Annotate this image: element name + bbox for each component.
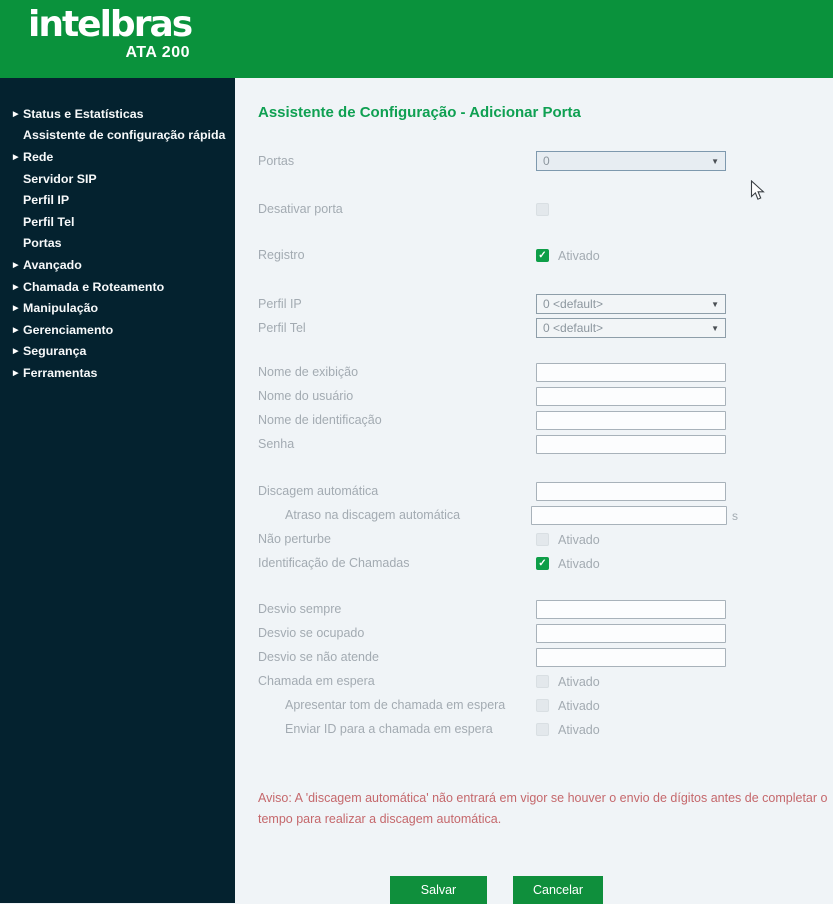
- sidebar-item-avancado[interactable]: ▶ Avançado: [0, 254, 235, 276]
- sidebar-item-label: Ferramentas: [23, 365, 98, 380]
- desvio-nao-atende-label: Desvio se não atende: [258, 650, 379, 664]
- sidebar-item-label: Servidor SIP: [23, 171, 97, 186]
- sidebar-item-label: Portas: [23, 236, 62, 251]
- chamada-espera-checkbox[interactable]: [536, 675, 549, 688]
- brand-block: intelbras ATA 200: [28, 4, 193, 62]
- nome-exibicao-input[interactable]: [536, 363, 726, 382]
- nome-usuario-input[interactable]: [536, 387, 726, 406]
- portas-select-value: 0: [543, 154, 550, 168]
- discagem-automatica-label: Discagem automática: [258, 484, 379, 498]
- sidebar-item-label: Rede: [23, 149, 54, 164]
- seconds-suffix: s: [732, 508, 738, 523]
- nome-usuario-label: Nome do usuário: [258, 389, 354, 403]
- senha-input[interactable]: [536, 435, 726, 454]
- sidebar-item-label: Status e Estatísticas: [23, 106, 144, 121]
- desvio-nao-atende-input[interactable]: [536, 648, 726, 667]
- sidebar-item-chamada-e-roteamento[interactable]: ▶ Chamada e Roteamento: [0, 276, 235, 298]
- nao-perturbe-checkbox-label: Ativado: [558, 532, 600, 547]
- desvio-sempre-input[interactable]: [536, 600, 726, 619]
- sidebar-nav: ▶ Status e Estatísticas Assistente de con…: [0, 78, 235, 903]
- sidebar-item-label: Manipulação: [23, 301, 99, 316]
- identificacao-chamadas-label: Identificação de Chamadas: [258, 556, 410, 570]
- identificacao-chamadas-checkbox[interactable]: ✓: [536, 557, 549, 570]
- sidebar-item-manipulacao[interactable]: ▶ Manipulação: [0, 297, 235, 319]
- sidebar-item-label: Chamada e Roteamento: [23, 279, 165, 294]
- tom-chamada-espera-checkbox[interactable]: [536, 699, 549, 712]
- sidebar-item-portas[interactable]: Portas: [0, 233, 235, 255]
- perfil-ip-label: Perfil IP: [258, 296, 302, 311]
- expand-arrow-icon: ▶: [13, 348, 19, 356]
- sidebar-item-status-e-estatisticas[interactable]: ▶ Status e Estatísticas: [0, 103, 235, 125]
- sidebar-item-label: Perfil IP: [23, 193, 70, 208]
- expand-arrow-icon: ▶: [13, 326, 19, 334]
- form-actions: Salvar Cancelar: [390, 876, 833, 904]
- sidebar-item-assistente-configuracao-rapida[interactable]: Assistente de configuração rápida: [0, 125, 235, 147]
- nao-perturbe-label: Não perturbe: [258, 532, 331, 546]
- atraso-discagem-input[interactable]: [531, 506, 727, 525]
- expand-arrow-icon: ▶: [13, 305, 19, 313]
- enviar-id-espera-checkbox[interactable]: [536, 723, 549, 736]
- desativar-porta-label: Desativar porta: [258, 202, 343, 216]
- sidebar-item-label: Gerenciamento: [23, 322, 114, 337]
- sidebar-item-seguranca[interactable]: ▶ Segurança: [0, 341, 235, 363]
- app-header: intelbras ATA 200: [0, 0, 833, 78]
- warning-text: Aviso: A 'discagem automática' não entra…: [258, 791, 828, 826]
- dropdown-arrow-icon: ▼: [711, 156, 719, 166]
- sidebar-item-label: Assistente de configuração rápida: [23, 128, 226, 143]
- desvio-ocupado-input[interactable]: [536, 624, 726, 643]
- discagem-automatica-input[interactable]: [536, 482, 726, 501]
- dropdown-arrow-icon: ▼: [711, 323, 719, 333]
- nome-identificacao-input[interactable]: [536, 411, 726, 430]
- expand-arrow-icon: ▶: [13, 283, 19, 291]
- nao-perturbe-checkbox[interactable]: [536, 533, 549, 546]
- registro-label: Registro: [258, 248, 305, 262]
- desvio-ocupado-label: Desvio se ocupado: [258, 626, 365, 640]
- desvio-sempre-label: Desvio sempre: [258, 602, 342, 616]
- sidebar-item-label: Segurança: [23, 344, 87, 359]
- nome-exibicao-label: Nome de exibição: [258, 365, 359, 379]
- registro-checkbox[interactable]: ✓: [536, 249, 549, 262]
- enviar-id-espera-label: Enviar ID para a chamada em espera: [285, 722, 493, 736]
- nome-identificacao-label: Nome de identificação: [258, 413, 382, 427]
- tom-chamada-espera-label: Apresentar tom de chamada em espera: [285, 698, 506, 712]
- main-content: Assistente de Configuração - Adicionar P…: [235, 78, 833, 904]
- cancel-button[interactable]: Cancelar: [513, 876, 603, 904]
- sidebar-item-label: Avançado: [23, 257, 82, 272]
- perfil-ip-select[interactable]: 0 <default> ▼: [536, 294, 726, 314]
- sidebar-item-label: Perfil Tel: [23, 214, 75, 229]
- save-button[interactable]: Salvar: [390, 876, 487, 904]
- enviar-id-espera-checkbox-label: Ativado: [558, 722, 600, 737]
- expand-arrow-icon: ▶: [13, 261, 19, 269]
- perfil-tel-select-value: 0 <default>: [543, 321, 604, 335]
- identificacao-chamadas-checkbox-label: Ativado: [558, 556, 600, 571]
- sidebar-item-servidor-sip[interactable]: Servidor SIP: [0, 168, 235, 190]
- intelbras-logo: intelbras: [28, 4, 193, 45]
- sidebar-item-gerenciamento[interactable]: ▶ Gerenciamento: [0, 319, 235, 341]
- atraso-discagem-label: Atraso na discagem automática: [285, 508, 461, 522]
- chamada-espera-label: Chamada em espera: [258, 674, 375, 688]
- expand-arrow-icon: ▶: [13, 153, 19, 161]
- sidebar-item-ferramentas[interactable]: ▶ Ferramentas: [0, 362, 235, 384]
- expand-arrow-icon: ▶: [13, 110, 19, 118]
- portas-select[interactable]: 0 ▼: [536, 151, 726, 171]
- perfil-tel-select[interactable]: 0 <default> ▼: [536, 318, 726, 338]
- sidebar-item-perfil-tel[interactable]: Perfil Tel: [0, 211, 235, 233]
- portas-label: Portas: [258, 153, 295, 168]
- perfil-tel-label: Perfil Tel: [258, 320, 306, 335]
- perfil-ip-select-value: 0 <default>: [543, 297, 604, 311]
- desativar-porta-checkbox[interactable]: [536, 203, 549, 216]
- device-model: ATA 200: [125, 44, 190, 61]
- page-title: Assistente de Configuração - Adicionar P…: [258, 104, 581, 121]
- sidebar-item-perfil-ip[interactable]: Perfil IP: [0, 189, 235, 211]
- dropdown-arrow-icon: ▼: [711, 299, 719, 309]
- sidebar-item-rede[interactable]: ▶ Rede: [0, 146, 235, 168]
- senha-label: Senha: [258, 437, 295, 451]
- chamada-espera-checkbox-label: Ativado: [558, 674, 600, 689]
- expand-arrow-icon: ▶: [13, 369, 19, 377]
- tom-chamada-espera-checkbox-label: Ativado: [558, 698, 600, 713]
- registro-checkbox-label: Ativado: [558, 248, 600, 263]
